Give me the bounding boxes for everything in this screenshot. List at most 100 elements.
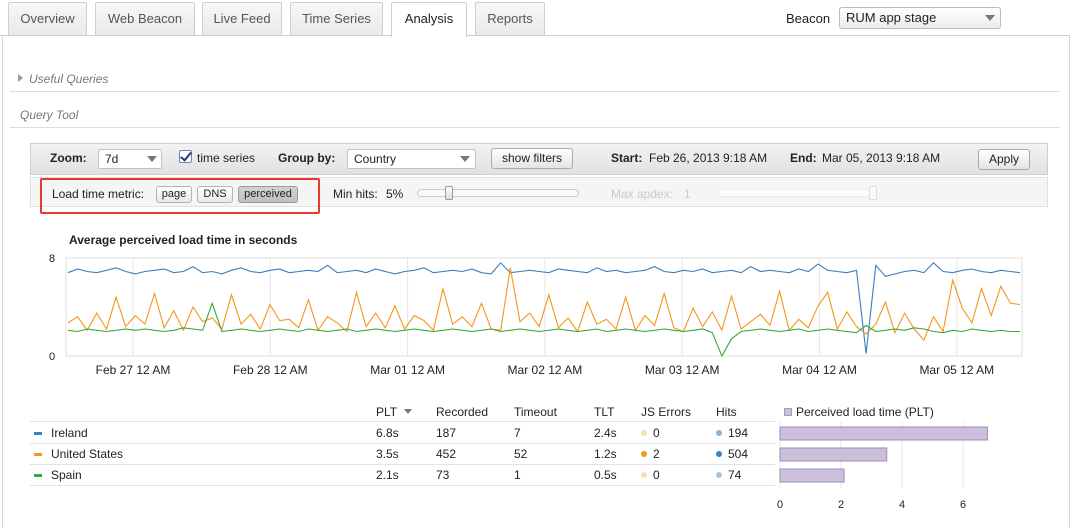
cell-hits: 504 [716, 447, 748, 461]
header-recorded: Recorded [436, 405, 489, 419]
js-errors-dot [641, 472, 647, 478]
cell-recorded: 187 [436, 426, 457, 440]
cell-timeout: 7 [514, 426, 521, 440]
header-plt-bar: Perceived load time (PLT) [784, 405, 934, 419]
header-plt[interactable]: PLT [376, 405, 413, 419]
min-hits-slider-handle[interactable] [444, 186, 453, 200]
cell-hits: 74 [716, 468, 741, 482]
tab-analysis[interactable]: Analysis [391, 2, 467, 37]
end-label: End: [790, 151, 817, 165]
max-apdex-label: Max apdex: [611, 187, 674, 201]
cell-tlt: 1.2s [594, 447, 617, 461]
x-tick-label: Mar 03 12 AM [645, 363, 720, 377]
cell-js-errors: 0 [641, 468, 660, 482]
plt-legend-label: Perceived load time (PLT) [796, 405, 934, 419]
js-errors-value: 2 [653, 447, 660, 461]
beacon-select[interactable]: RUM app stage [839, 7, 1001, 29]
hits-value: 504 [728, 447, 749, 461]
header-tlt: TLT [594, 405, 615, 419]
country-name: Ireland [51, 426, 88, 440]
table-row[interactable] [30, 422, 775, 443]
cell-plt: 6.8s [376, 426, 399, 440]
tab-time-series[interactable]: Time Series [290, 2, 383, 36]
tab-overview[interactable]: Overview [8, 2, 87, 36]
plt-legend-swatch [784, 408, 792, 416]
line-chart: Feb 27 12 AM Feb 28 12 AM Mar 01 12 AM Mar … [49, 253, 1023, 377]
bar-tick-label: 4 [899, 499, 905, 511]
hits-dot [716, 472, 722, 478]
cell-tlt: 0.5s [594, 468, 617, 482]
query-tool-section: Query Tool [10, 108, 1060, 128]
cell-recorded: 452 [436, 447, 457, 461]
beacon-label: Beacon [786, 11, 831, 26]
tab-reports[interactable]: Reports [475, 2, 545, 36]
tab-web-beacon[interactable]: Web Beacon [95, 2, 195, 36]
cell-js-errors: 2 [641, 447, 660, 461]
cell-timeout: 52 [514, 447, 528, 461]
country-name: United States [51, 447, 124, 461]
x-tick-label: Mar 05 12 AM [919, 363, 994, 377]
max-apdex-slider-track[interactable] [717, 189, 877, 197]
max-apdex-slider-handle[interactable] [869, 186, 877, 200]
group-by-label: Group by: [278, 151, 336, 165]
js-errors-dot [641, 430, 647, 436]
expand-triangle-icon [18, 74, 23, 82]
zoom-select[interactable]: 7d [98, 149, 162, 169]
plot-area [65, 257, 1023, 357]
x-tick-label: Feb 27 12 AM [96, 363, 171, 377]
x-tick-label: Feb 28 12 AM [233, 363, 308, 377]
time-series-checkbox[interactable] [179, 150, 192, 163]
useful-queries-label: Useful Queries [29, 72, 109, 86]
min-hits-label: Min hits: [333, 187, 378, 201]
js-errors-dot [641, 451, 647, 457]
useful-queries-section[interactable]: Useful Queries [10, 72, 1060, 92]
table-row[interactable] [30, 464, 775, 485]
hits-dot [716, 451, 722, 457]
show-filters-button[interactable]: show filters [491, 148, 573, 169]
table-row[interactable] [30, 443, 775, 464]
y-tick-label: 0 [49, 351, 55, 363]
x-tick-label: Mar 04 12 AM [782, 363, 857, 377]
min-hits-value: 5% [386, 187, 404, 201]
chevron-down-icon [985, 15, 995, 21]
y-tick-label: 8 [49, 253, 55, 265]
group-by-select[interactable]: Country [347, 149, 476, 169]
apply-button[interactable]: Apply [978, 149, 1030, 170]
row-divider [30, 485, 775, 486]
js-errors-value: 0 [653, 468, 660, 482]
cell-js-errors: 0 [641, 426, 660, 440]
series-legend-swatch [34, 474, 42, 477]
min-hits-slider-track[interactable] [417, 189, 579, 197]
x-tick-label: Mar 02 12 AM [508, 363, 583, 377]
bar-tick-label: 6 [960, 499, 966, 511]
group-by-select-value: Country [354, 152, 397, 166]
bar-tick-label: 0 [777, 499, 783, 511]
header-timeout: Timeout [514, 405, 557, 419]
cell-plt: 3.5s [376, 447, 399, 461]
cell-recorded: 73 [436, 468, 450, 482]
plt-bar [779, 447, 888, 462]
hits-value: 194 [728, 426, 749, 440]
zoom-select-value: 7d [105, 152, 119, 166]
cell-plt: 2.1s [376, 468, 399, 482]
header-plt-label: PLT [376, 405, 397, 419]
start-value: Feb 26, 2013 9:18 AM [649, 151, 768, 165]
chevron-down-icon [147, 156, 157, 162]
query-tool-label: Query Tool [20, 108, 79, 122]
start-label: Start: [611, 151, 643, 165]
plt-bar [779, 468, 845, 483]
tab-divider [0, 35, 1070, 36]
cell-tlt: 2.4s [594, 426, 617, 440]
max-apdex-value: 1 [684, 187, 691, 201]
time-series-label: time series [197, 151, 256, 165]
highlight-box [40, 178, 320, 214]
hits-dot [716, 430, 722, 436]
country-name: Spain [51, 468, 82, 482]
plt-bar-chart: 0 2 4 6 [777, 422, 988, 511]
zoom-label: Zoom: [50, 151, 87, 165]
end-value: Mar 05, 2013 9:18 AM [822, 151, 941, 165]
tab-live-feed[interactable]: Live Feed [202, 2, 282, 36]
beacon-select-value: RUM app stage [846, 10, 937, 25]
series-legend-swatch [34, 432, 42, 435]
cell-hits: 194 [716, 426, 748, 440]
